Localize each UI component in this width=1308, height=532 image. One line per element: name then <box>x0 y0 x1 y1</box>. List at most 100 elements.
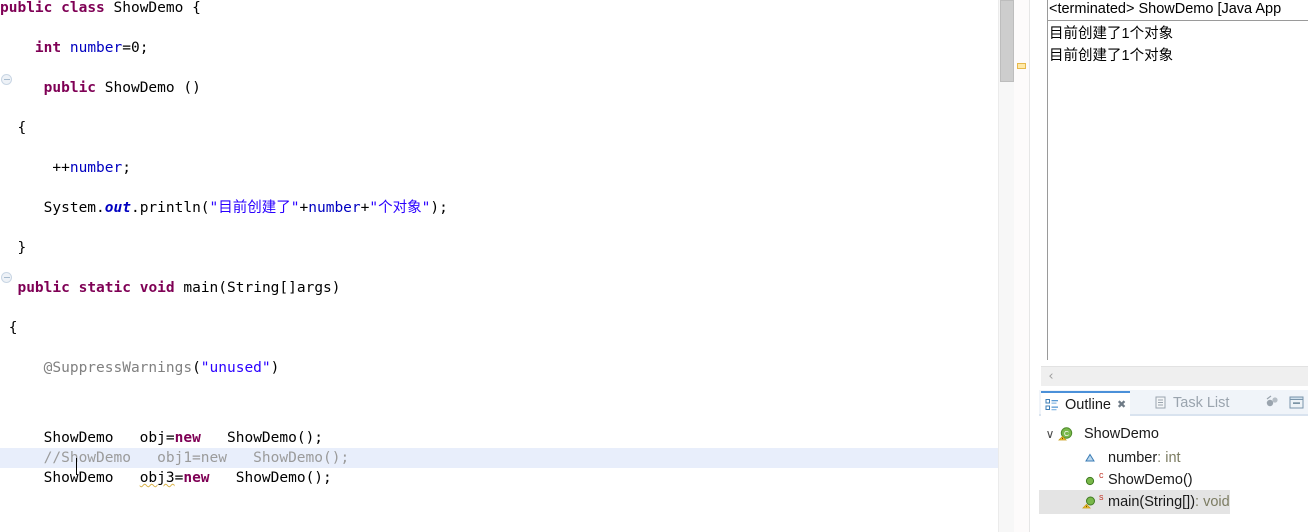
code-token: //ShowDemo obj1=new ShowDemo(); <box>0 450 350 466</box>
code-line[interactable]: ShowDemo obj3=new ShowDemo(); <box>0 468 998 488</box>
outline-item-label: number <box>1108 450 1158 466</box>
code-token: new <box>183 470 210 486</box>
tab-task-list[interactable]: Task List <box>1147 391 1233 414</box>
code-token: .println( <box>130 200 210 216</box>
code-line[interactable]: public static void main(String[]args) <box>0 268 998 308</box>
outline-item-type: : void <box>1195 494 1230 510</box>
field-default-icon <box>1081 451 1099 465</box>
code-token: static <box>78 280 131 296</box>
code-token: "目前创建了" <box>209 200 300 216</box>
editor-vertical-scrollbar[interactable] <box>998 0 1014 532</box>
code-token: number <box>69 40 123 56</box>
code-line[interactable]: { <box>0 308 998 348</box>
code-token: number <box>308 200 361 216</box>
code-line[interactable]: public ShowDemo () <box>0 68 998 108</box>
text-caret <box>76 458 77 475</box>
outline-view[interactable]: Outline ✖ Task List ∨ C ShowDemo number … <box>1039 390 1308 532</box>
outline-item-label: ShowDemo <box>1084 426 1159 442</box>
code-token: new <box>174 430 201 446</box>
tab-task-list-label: Task List <box>1173 394 1230 411</box>
code-token: =0; <box>122 40 149 56</box>
method-public-warn-icon <box>1081 494 1099 510</box>
code-token: ) <box>270 360 280 376</box>
tab-outline[interactable]: Outline ✖ <box>1041 391 1131 416</box>
code-token: public <box>43 80 97 96</box>
java-source-editor[interactable]: public class ShowDemo { int number=0; pu… <box>0 0 998 532</box>
outline-item-label: main(String[]) <box>1108 494 1196 510</box>
code-line[interactable]: System.out.println("目前创建了"+number+"个对象")… <box>0 188 998 228</box>
code-token: ShowDemo(); <box>200 430 324 446</box>
close-icon[interactable]: ✖ <box>1117 398 1126 411</box>
code-token: System. <box>0 200 105 216</box>
code-token: { <box>0 120 27 136</box>
code-token: + <box>299 200 309 216</box>
code-token: ShowDemo <box>0 470 140 486</box>
code-token: } <box>0 240 27 256</box>
console-title-divider <box>1047 20 1308 21</box>
code-line[interactable]: ++number; <box>0 148 998 188</box>
code-token: ( <box>192 360 201 376</box>
code-token: number <box>69 160 123 176</box>
tab-outline-label: Outline <box>1065 396 1111 413</box>
eclipse-ide-window: public class ShowDemo { int number=0; pu… <box>0 0 1308 532</box>
chevron-down-icon[interactable]: ∨ <box>1043 427 1057 441</box>
outline-tree-item[interactable]: c ShowDemo() <box>1039 468 1193 492</box>
code-token: out <box>104 200 131 216</box>
outline-tree-item[interactable]: ∨ C ShowDemo <box>1039 422 1159 446</box>
code-line[interactable]: //ShowDemo obj1=new ShowDemo(); <box>0 448 998 468</box>
code-line[interactable]: } <box>0 228 998 268</box>
editor-vertical-scrollbar-thumb[interactable] <box>1000 0 1014 82</box>
java-class-icon: C <box>1057 426 1075 442</box>
outline-tree-item[interactable]: number : int <box>1039 446 1181 470</box>
code-token: "个对象" <box>369 200 431 216</box>
editor-overview-ruler[interactable] <box>1014 0 1030 532</box>
code-token: main(String[]args) <box>174 280 341 296</box>
code-token: public <box>0 0 53 16</box>
warning-marker[interactable] <box>1017 63 1026 69</box>
code-line[interactable]: @SuppressWarnings("unused") <box>0 348 998 388</box>
svg-text:C: C <box>1064 431 1069 438</box>
code-token: public <box>17 280 70 296</box>
method-public-icon <box>1081 473 1099 487</box>
code-token: int <box>34 40 62 56</box>
code-token: ; <box>122 160 131 176</box>
code-token: class <box>61 0 105 16</box>
outline-item-label: ShowDemo() <box>1108 472 1193 488</box>
code-line[interactable]: ShowDemo obj=new ShowDemo(); <box>0 428 998 448</box>
chevron-left-icon[interactable]: ‹ <box>1045 370 1057 384</box>
tasklist-icon <box>1151 396 1169 409</box>
code-token: ShowDemo(); <box>209 470 332 486</box>
outline-tree-item[interactable]: s main(String[]) : void <box>1039 490 1230 514</box>
console-view[interactable]: <terminated> ShowDemo [Java App 目前创建了1个对… <box>1039 0 1308 360</box>
right-panel-column: <terminated> ShowDemo [Java App 目前创建了1个对… <box>1031 0 1308 532</box>
console-output-line: 目前创建了1个对象 <box>1049 48 1174 64</box>
code-line[interactable]: int number=0; <box>0 28 998 68</box>
code-token: "unused" <box>200 360 271 376</box>
code-token: { <box>0 320 18 336</box>
code-token: ++ <box>0 160 70 176</box>
member-modifier-badge: s <box>1099 492 1104 502</box>
console-left-border <box>1047 0 1048 360</box>
outline-item-type: : int <box>1157 450 1181 466</box>
code-token: @SuppressWarnings <box>43 360 193 376</box>
console-launch-label: <terminated> ShowDemo [Java App <box>1049 1 1282 17</box>
outline-icon <box>1043 398 1061 412</box>
console-horizontal-scrollbar[interactable]: ‹ <box>1041 366 1308 386</box>
editor-text-surface[interactable]: public class ShowDemo { int number=0; pu… <box>0 0 998 532</box>
focus-on-active-task-icon[interactable] <box>1264 394 1281 411</box>
console-output-line: 目前创建了1个对象 <box>1049 26 1174 42</box>
code-token: ); <box>430 200 448 216</box>
code-token: ShowDemo { <box>104 0 201 16</box>
member-modifier-badge: c <box>1099 470 1104 480</box>
code-token: obj3 <box>139 470 175 486</box>
code-line[interactable]: public class ShowDemo { <box>0 0 998 28</box>
view-menu-icon[interactable] <box>1288 394 1305 411</box>
code-line[interactable]: { <box>0 108 998 148</box>
